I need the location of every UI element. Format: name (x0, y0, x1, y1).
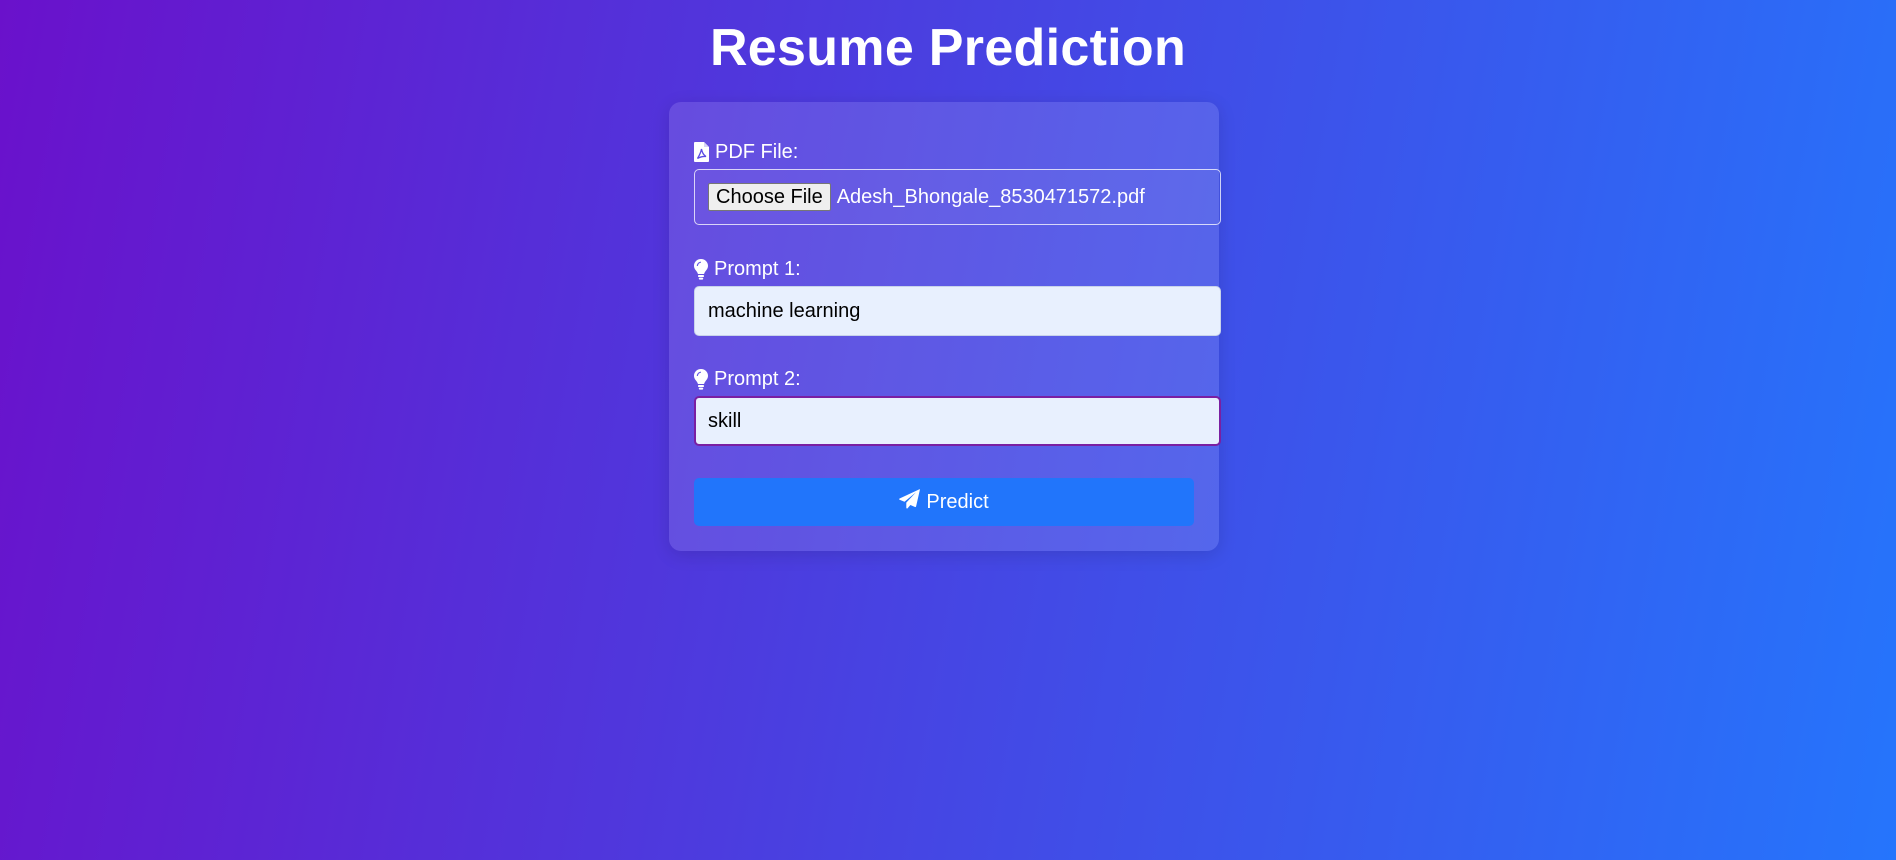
lightbulb-icon (694, 368, 708, 390)
prediction-form-card: PDF File: Choose File Adesh_Bhongale_853… (669, 102, 1221, 551)
prompt2-input[interactable] (694, 396, 1221, 446)
prompt1-input[interactable] (694, 286, 1221, 336)
lightbulb-icon (694, 258, 708, 280)
predict-button[interactable]: Predict (694, 478, 1194, 526)
pdf-file-label-row: PDF File: (694, 140, 798, 164)
prompt2-label: Prompt 2: (694, 367, 801, 391)
prompt1-label: Prompt 1: (694, 257, 801, 281)
predict-button-label: Predict (926, 490, 989, 513)
page-title: Resume Prediction (709, 19, 1187, 77)
file-pdf-icon (694, 142, 709, 162)
pdf-file-label-text: PDF File: (715, 141, 799, 163)
prompt2-label-text: Prompt 2: (714, 368, 801, 390)
prompt1-label-text: Prompt 1: (714, 258, 801, 280)
selected-file-name: Adesh_Bhongale_8530471572.pdf (836, 185, 1145, 208)
file-input[interactable]: Choose File Adesh_Bhongale_8530471572.pd… (694, 169, 1221, 225)
choose-file-button[interactable]: Choose File (708, 183, 831, 211)
paper-plane-icon (899, 489, 921, 515)
